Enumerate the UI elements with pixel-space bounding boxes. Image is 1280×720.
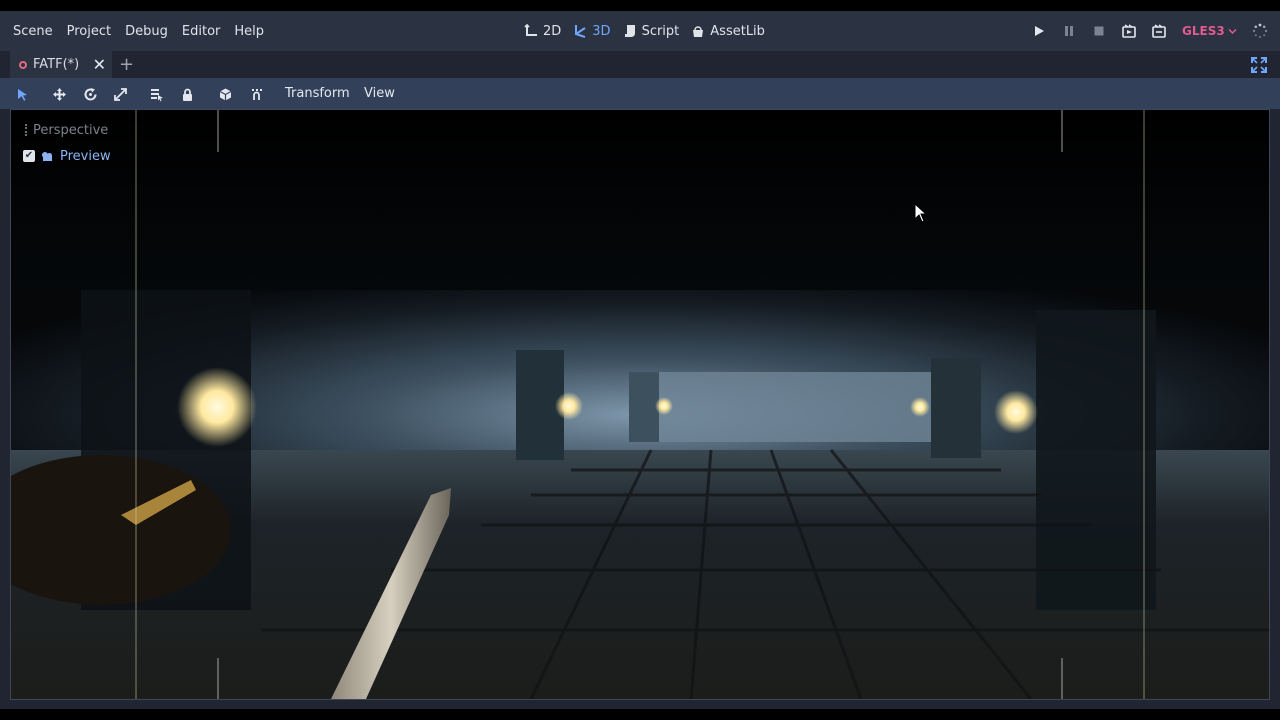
main-screen-switcher: 2D 3D Script AssetLib bbox=[518, 11, 771, 51]
pause-button[interactable] bbox=[1054, 11, 1084, 51]
scale-icon bbox=[113, 87, 127, 101]
add-tab-button[interactable]: + bbox=[119, 54, 134, 75]
stop-icon bbox=[1094, 26, 1104, 36]
2d-label: 2D bbox=[543, 23, 562, 39]
letterbox-bottom bbox=[0, 709, 1280, 720]
unsaved-indicator-icon bbox=[19, 60, 27, 69]
play-scene-icon bbox=[1122, 24, 1136, 38]
close-tab-button[interactable]: ✕ bbox=[93, 55, 106, 74]
mesh-button[interactable] bbox=[215, 84, 235, 104]
menu-bar: Scene Project Debug Editor Help 2D 3D Sc… bbox=[0, 11, 1280, 51]
script-workspace-button[interactable]: Script bbox=[617, 24, 686, 39]
list-select-icon bbox=[150, 88, 163, 101]
script-label: Script bbox=[641, 23, 680, 39]
stop-button[interactable] bbox=[1084, 11, 1114, 51]
menu-editor[interactable]: Editor bbox=[175, 24, 227, 39]
scale-mode-button[interactable] bbox=[110, 84, 130, 104]
perspective-menu[interactable]: Perspective bbox=[25, 120, 108, 140]
main-menu: Scene Project Debug Editor Help bbox=[6, 11, 271, 51]
play-custom-scene-icon bbox=[1152, 24, 1166, 38]
assetlib-workspace-button[interactable]: AssetLib bbox=[685, 24, 771, 39]
rotate-mode-button[interactable] bbox=[80, 84, 100, 104]
expand-icon[interactable] bbox=[1250, 56, 1268, 74]
mesh-cube-icon bbox=[219, 88, 231, 100]
renderer-selector[interactable]: GLES3 bbox=[1182, 24, 1237, 38]
snap-button[interactable] bbox=[246, 84, 266, 104]
play-scene-button[interactable] bbox=[1114, 11, 1144, 51]
update-spinner-icon[interactable] bbox=[1252, 23, 1268, 39]
move-mode-button[interactable] bbox=[49, 84, 69, 104]
play-button[interactable] bbox=[1024, 11, 1054, 51]
scene-tab-fatf[interactable]: FATF(*) ✕ bbox=[10, 51, 112, 78]
play-custom-scene-button[interactable] bbox=[1144, 11, 1174, 51]
3d-viewport[interactable]: Perspective ✔ Preview bbox=[10, 109, 1270, 700]
move-icon bbox=[52, 87, 66, 101]
select-mode-button[interactable] bbox=[12, 84, 32, 104]
preview-checkbox[interactable]: ✔ bbox=[23, 150, 35, 162]
scene-tab-bar: FATF(*) ✕ + bbox=[0, 51, 1280, 78]
menu-scene[interactable]: Scene bbox=[6, 24, 60, 39]
snap-icon bbox=[251, 88, 262, 100]
select-arrow-icon bbox=[17, 88, 27, 101]
pause-icon bbox=[1065, 26, 1073, 36]
preview-label: Preview bbox=[60, 148, 111, 164]
mouse-cursor-icon bbox=[914, 203, 928, 223]
game-scene-render bbox=[11, 110, 1269, 699]
view-menu[interactable]: View bbox=[364, 78, 395, 109]
run-toolbar: GLES3 bbox=[1024, 11, 1237, 51]
lock-button[interactable] bbox=[177, 84, 197, 104]
renderer-label: GLES3 bbox=[1182, 24, 1225, 38]
drag-grip-icon bbox=[25, 124, 29, 136]
camera-icon bbox=[42, 151, 52, 161]
perspective-label: Perspective bbox=[33, 122, 109, 138]
assetlib-icon bbox=[693, 26, 704, 37]
menu-project[interactable]: Project bbox=[60, 24, 118, 39]
2d-icon bbox=[524, 24, 537, 36]
transform-menu[interactable]: Transform bbox=[285, 78, 350, 109]
assetlib-label: AssetLib bbox=[710, 23, 765, 39]
3d-icon bbox=[575, 25, 586, 38]
2d-workspace-button[interactable]: 2D bbox=[518, 24, 567, 39]
list-select-button[interactable] bbox=[146, 84, 166, 104]
play-icon bbox=[1035, 26, 1044, 36]
menu-help[interactable]: Help bbox=[227, 24, 271, 39]
lock-icon bbox=[182, 88, 192, 101]
spatial-editor-toolbar: Transform View bbox=[0, 78, 1280, 109]
rotate-icon bbox=[84, 87, 96, 100]
scene-tab-label: FATF(*) bbox=[33, 57, 80, 72]
menu-debug[interactable]: Debug bbox=[118, 24, 175, 39]
chevron-down-icon bbox=[1228, 28, 1237, 34]
letterbox-top bbox=[0, 0, 1280, 11]
preview-toggle[interactable]: ✔ Preview bbox=[23, 146, 111, 166]
3d-label: 3D bbox=[592, 23, 611, 39]
3d-workspace-button[interactable]: 3D bbox=[567, 24, 616, 39]
script-icon bbox=[624, 25, 635, 37]
